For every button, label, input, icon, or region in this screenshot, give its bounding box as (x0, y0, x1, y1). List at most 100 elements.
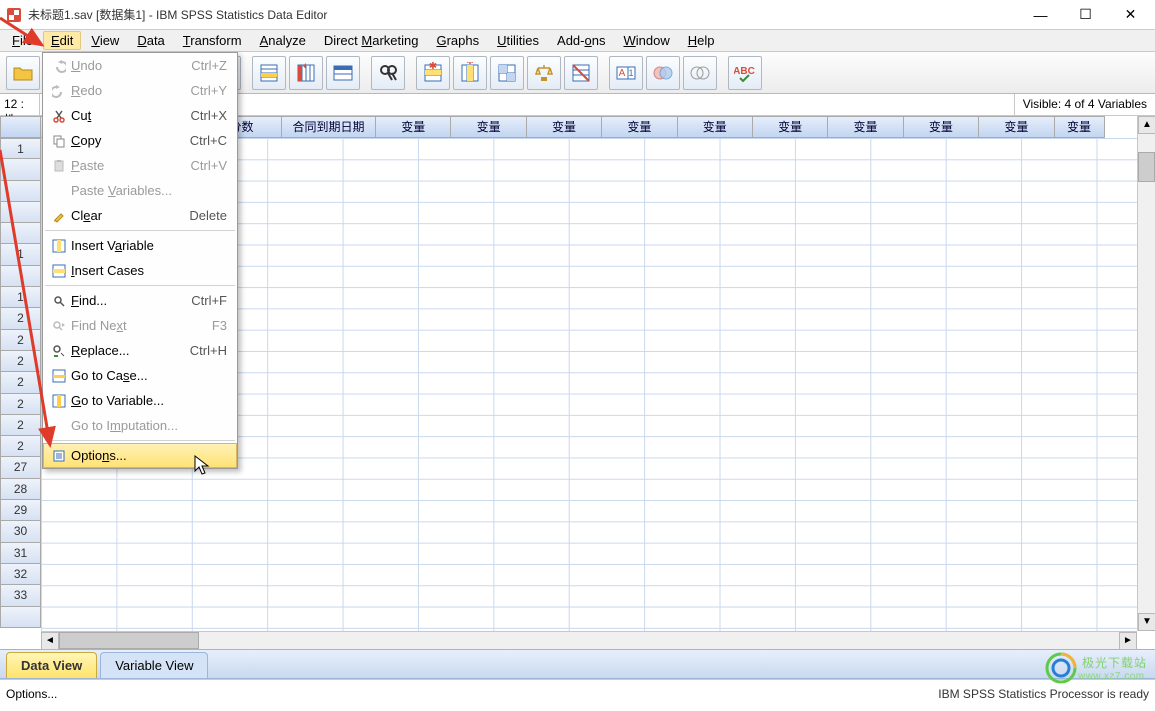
menu-view[interactable]: View (83, 31, 127, 50)
status-bar: Options... IBM SPSS Statistics Processor… (0, 679, 1155, 707)
clear-icon (49, 209, 69, 223)
row-header[interactable] (0, 607, 41, 628)
value-labels-icon[interactable]: A1 (609, 56, 643, 90)
copy-icon (49, 134, 69, 148)
menu-graphs[interactable]: Graphs (428, 31, 487, 50)
insert-variable-icon[interactable]: ✱ (453, 56, 487, 90)
scroll-down-icon[interactable]: ▼ (1138, 613, 1155, 631)
find-icon (49, 294, 69, 308)
menu-goto-variable[interactable]: Go to Variable... (43, 388, 237, 413)
menu-clear[interactable]: ClearDelete (43, 203, 237, 228)
row-header[interactable]: 2 (0, 372, 41, 393)
row-header[interactable] (0, 181, 41, 202)
insert-cases-icon[interactable]: ✱ (416, 56, 450, 90)
tab-variable-view[interactable]: Variable View (100, 652, 208, 678)
row-header[interactable] (0, 223, 41, 244)
row-header[interactable]: 2 (0, 436, 41, 457)
menu-goto-case[interactable]: Go to Case... (43, 363, 237, 388)
menu-help[interactable]: Help (680, 31, 723, 50)
show-all-variables-icon[interactable] (683, 56, 717, 90)
svg-text:ABC: ABC (734, 66, 755, 77)
column-header[interactable]: 变量 (376, 116, 451, 138)
menu-insert-variable[interactable]: Insert Variable (43, 233, 237, 258)
column-header[interactable]: 变量 (602, 116, 677, 138)
row-header[interactable] (0, 266, 41, 287)
horizontal-scrollbar[interactable]: ◄ ► (41, 631, 1137, 649)
select-cases-icon[interactable] (564, 56, 598, 90)
menu-window[interactable]: Window (615, 31, 677, 50)
menu-replace[interactable]: Replace...Ctrl+H (43, 338, 237, 363)
column-header[interactable]: 变量 (451, 116, 526, 138)
row-header[interactable]: 28 (0, 479, 41, 500)
vertical-scrollbar[interactable]: ▲ ▼ (1137, 116, 1155, 631)
column-header[interactable]: 变量 (527, 116, 602, 138)
split-file-icon[interactable] (490, 56, 524, 90)
row-header[interactable]: 1 (0, 244, 41, 265)
column-header[interactable]: 合同到期日期 (282, 116, 376, 138)
insert-variable-icon (49, 239, 69, 253)
window-title: 未标题1.sav [数据集1] - IBM SPSS Statistics Da… (28, 6, 1018, 23)
undo-icon (49, 59, 69, 73)
minimize-button[interactable]: — (1018, 1, 1063, 29)
weight-cases-icon[interactable] (527, 56, 561, 90)
menu-undo[interactable]: UndoCtrl+Z (43, 53, 237, 78)
menu-direct-marketing[interactable]: Direct Marketing (316, 31, 427, 50)
menu-file[interactable]: File (4, 31, 41, 50)
row-header[interactable]: 2 (0, 415, 41, 436)
row-header[interactable]: 29 (0, 500, 41, 521)
menu-transform[interactable]: Transform (175, 31, 250, 50)
menu-goto-imputation[interactable]: Go to Imputation... (43, 413, 237, 438)
menu-data[interactable]: Data (129, 31, 172, 50)
scroll-up-icon[interactable]: ▲ (1138, 116, 1155, 134)
menu-cut[interactable]: CutCtrl+X (43, 103, 237, 128)
tab-data-view[interactable]: Data View (6, 652, 97, 678)
row-header[interactable]: 27 (0, 457, 41, 478)
scroll-right-icon[interactable]: ► (1119, 632, 1137, 650)
spellcheck-icon[interactable]: ABC (728, 56, 762, 90)
row-header[interactable]: 33 (0, 585, 41, 606)
row-header[interactable]: 2 (0, 394, 41, 415)
menu-paste-variables[interactable]: Paste Variables... (43, 178, 237, 203)
row-header[interactable]: 1 (0, 138, 41, 159)
menu-utilities[interactable]: Utilities (489, 31, 547, 50)
use-variable-sets-icon[interactable] (646, 56, 680, 90)
column-header[interactable]: 变量 (1055, 116, 1105, 138)
column-header[interactable]: 变量 (678, 116, 753, 138)
row-header[interactable]: 2 (0, 308, 41, 329)
maximize-button[interactable]: ☐ (1063, 1, 1108, 29)
scroll-thumb[interactable] (59, 632, 199, 649)
row-header[interactable]: 32 (0, 564, 41, 585)
close-button[interactable]: ✕ (1108, 1, 1153, 29)
menu-addons[interactable]: Add-ons (549, 31, 613, 50)
row-header[interactable]: 31 (0, 543, 41, 564)
menu-find-next[interactable]: Find NextF3 (43, 313, 237, 338)
row-header[interactable]: 1 (0, 287, 41, 308)
column-header[interactable]: 变量 (753, 116, 828, 138)
variables-icon[interactable] (326, 56, 360, 90)
find-icon[interactable] (371, 56, 405, 90)
row-header[interactable]: 2 (0, 330, 41, 351)
scroll-thumb[interactable] (1138, 152, 1155, 182)
menu-edit[interactable]: Edit (43, 31, 81, 50)
goto-case-icon[interactable] (252, 56, 286, 90)
row-header[interactable]: 30 (0, 521, 41, 542)
goto-variable-icon (49, 394, 69, 408)
row-header[interactable] (0, 202, 41, 223)
menu-options[interactable]: Options... (43, 443, 237, 468)
visible-variables-label: Visible: 4 of 4 Variables (1014, 94, 1155, 115)
menu-find[interactable]: Find...Ctrl+F (43, 288, 237, 313)
row-header[interactable]: 2 (0, 351, 41, 372)
row-header[interactable] (0, 159, 41, 180)
menu-insert-cases[interactable]: Insert Cases (43, 258, 237, 283)
open-icon[interactable] (6, 56, 40, 90)
scroll-left-icon[interactable]: ◄ (41, 632, 59, 650)
column-header[interactable]: 变量 (979, 116, 1054, 138)
svg-text:✱: ✱ (429, 62, 437, 72)
menu-paste[interactable]: PasteCtrl+V (43, 153, 237, 178)
column-header[interactable]: 变量 (904, 116, 979, 138)
menu-analyze[interactable]: Analyze (252, 31, 314, 50)
goto-variable-icon[interactable] (289, 56, 323, 90)
column-header[interactable]: 变量 (828, 116, 903, 138)
menu-redo[interactable]: RedoCtrl+Y (43, 78, 237, 103)
menu-copy[interactable]: CopyCtrl+C (43, 128, 237, 153)
